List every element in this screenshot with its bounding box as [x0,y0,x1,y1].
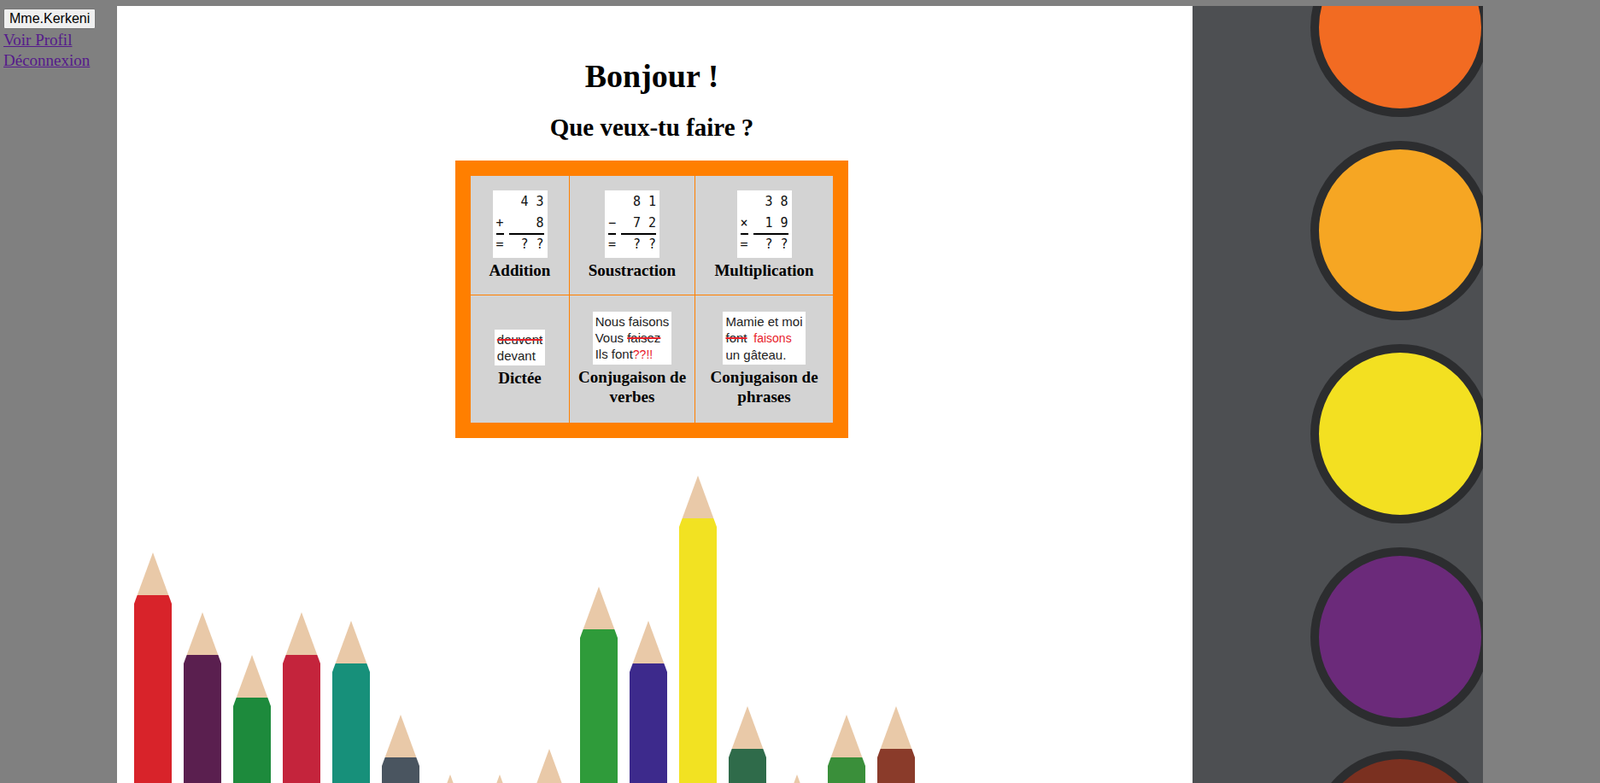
pencil-shape [332,621,370,783]
activity-card[interactable]: 3 8×1 9=? ? Multiplication [695,175,833,295]
pencil-shape [233,655,271,783]
paint-shape [1310,547,1483,727]
preview-word: un gâteau. [725,347,786,363]
pencil-shape [877,706,915,783]
preview-word: devant [497,348,536,364]
preview-word: Mamie et moi [725,314,803,329]
preview-line: Ils font??!! [595,345,670,364]
math-operator: × [740,213,749,235]
math-operator: − [608,213,616,235]
paint-shape [1310,750,1483,783]
pencil-shape [629,621,668,783]
text-preview: deuventdevant [494,329,546,366]
pencil-shape [183,612,222,783]
pencil-shape [679,475,717,783]
user-link[interactable]: Déconnexion [3,51,90,71]
math-operator: = [608,234,616,257]
user-menu: Mme.KerkeniVoir ProfilDéconnexion [0,0,118,783]
preview-line: un gâteau. [725,346,803,364]
math-digits: 4 3 [509,192,545,214]
pencils-photo [117,475,1184,783]
pencil-shape [480,774,519,783]
pencil-shape [827,715,866,783]
math-preview: 4 3+8=? ? [492,190,548,258]
math-digits: 7 2 [621,213,657,235]
activity-label: Multiplication [714,261,814,282]
pencil-shape [134,552,172,783]
math-digits: ? ? [621,234,657,257]
math-digits: 8 1 [621,192,657,214]
content: Bonjour !Que veux-tu faire ?4 3+8=? ?Add… [455,5,849,439]
preview-word: ??!! [632,347,653,362]
heading: Bonjour ! [585,57,720,95]
math-operator: = [740,234,749,257]
subheading: Que veux-tu faire ? [550,113,755,142]
math-operator: = [496,234,505,257]
preview-line: devant [497,347,543,364]
activity-card[interactable]: 8 1−7 2=? ? Soustraction [569,175,695,295]
paint-shape [1310,344,1483,524]
activity-label: Soustraction [588,261,676,282]
pencil-shape [778,774,816,783]
text-preview: Nous faisonsVous faisezIls font??!! [592,311,673,365]
activity-label: Conjugaison de phrases [698,368,830,408]
user-link[interactable]: Voir Profil [3,30,72,50]
math-digits: ? ? [509,234,545,257]
preview-word: Ils font [595,346,633,362]
pencil-shape [530,749,569,783]
preview-word: font [725,330,747,346]
preview-word: Nous faisons [595,314,670,329]
paint-shape [1310,140,1483,321]
math-digits: ? ? [753,234,789,257]
activity-label: Addition [489,261,551,282]
activity-card[interactable]: Mamie et moifont faisonsun gâteau.Conjug… [695,295,833,423]
paint-shape [1310,5,1483,118]
math-digits: 3 8 [753,192,789,214]
activity-card[interactable]: deuventdevant Dictée [470,295,569,423]
main-panel: Bonjour !Que veux-tu faire ?4 3+8=? ?Add… [117,5,1483,783]
activity-card[interactable]: 4 3+8=? ? Addition [470,175,569,295]
math-preview: 8 1−7 2=? ? [604,190,660,258]
pencil-shape [381,715,420,783]
main-area: Bonjour !Que veux-tu faire ?4 3+8=? ?Add… [117,5,1184,783]
math-operator: + [496,213,505,235]
pencil-shape [728,706,767,783]
pencil-shape [282,612,321,783]
page: Mme.KerkeniVoir ProfilDéconnexion Bonjour… [0,0,1600,783]
activity-label: Conjugaison de verbes [573,368,692,408]
preview-word: faisons [747,331,792,346]
text-preview: Mamie et moifont faisonsun gâteau. [722,311,805,365]
preview-line: font faisons [725,329,803,347]
math-digits: 8 [509,213,545,235]
preview-line: Vous faisez [595,329,670,346]
math-digits: 1 9 [753,213,789,235]
paint-palette-photo [1192,5,1483,783]
activity-grid: 4 3+8=? ?Addition8 1−7 2=? ?Soustraction… [455,160,849,439]
preview-line: Nous faisons [595,313,670,330]
pencil-shape [580,586,618,783]
activity-label: Dictée [498,369,542,389]
preview-line: Mamie et moi [725,313,803,330]
preview-word: faisez [627,330,661,346]
preview-line: deuvent [497,331,543,348]
math-preview: 3 8×1 9=? ? [737,190,792,258]
pencil-shape [431,774,469,783]
activity-card[interactable]: Nous faisonsVous faisezIls font??!!Conju… [569,295,695,423]
preview-word: Vous [595,330,628,346]
user-button[interactable]: Mme.Kerkeni [3,8,96,30]
preview-word: deuvent [497,332,543,347]
